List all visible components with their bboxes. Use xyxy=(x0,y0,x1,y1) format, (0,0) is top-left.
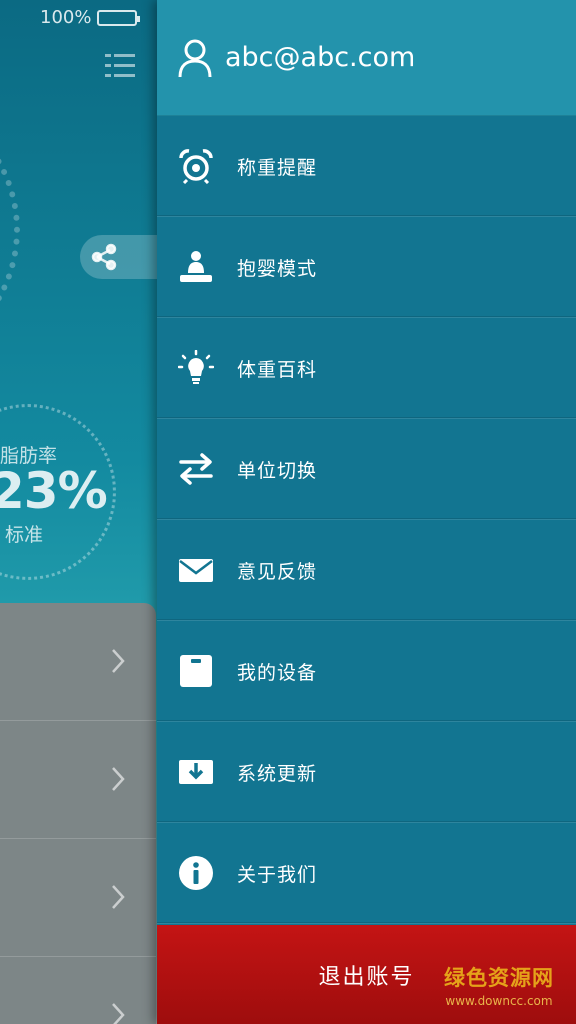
menu-item-label: 抱婴模式 xyxy=(237,257,318,280)
watermark-url: www.downcc.com xyxy=(445,994,553,1008)
drawer-header[interactable]: abc@abc.com xyxy=(157,0,576,116)
chevron-right-icon xyxy=(112,767,125,791)
alarm-clock-icon xyxy=(179,149,213,184)
list-item[interactable] xyxy=(0,839,156,957)
status-bar-battery: 100% xyxy=(40,7,141,28)
share-button[interactable] xyxy=(80,235,157,279)
chevron-right-icon xyxy=(112,1003,125,1024)
menu-item-label: 体重百科 xyxy=(237,358,318,381)
menu-item-my-device[interactable]: 我的设备 xyxy=(157,621,576,722)
metrics-list xyxy=(0,603,156,1024)
watermark: 绿色资源网 www.downcc.com xyxy=(444,962,554,1008)
body-fat-value: 23% xyxy=(0,462,108,520)
weight-dial-ring xyxy=(0,90,20,370)
menu-item-unit-switch[interactable]: 单位切换 xyxy=(157,419,576,520)
chevron-right-icon xyxy=(112,885,125,909)
menu-item-about-us[interactable]: 关于我们 xyxy=(157,823,576,924)
menu-item-weight-encyclopedia[interactable]: 体重百科 xyxy=(157,318,576,419)
swap-arrows-icon xyxy=(179,453,213,485)
side-drawer: abc@abc.com 称重提醒 抱婴模式 体重百科 单位切换 意见反馈 我的设… xyxy=(157,0,576,1024)
menu-item-label: 单位切换 xyxy=(237,459,318,482)
scale-device-icon xyxy=(180,655,212,687)
logout-label: 退出账号 xyxy=(318,964,415,990)
menu-item-label: 称重提醒 xyxy=(237,156,318,179)
share-icon xyxy=(91,243,117,271)
lightbulb-icon xyxy=(178,350,214,384)
body-fat-status: 标准 xyxy=(5,524,44,546)
battery-percent: 100% xyxy=(40,7,92,28)
user-icon xyxy=(178,39,212,77)
info-icon xyxy=(179,856,213,890)
menu-item-system-update[interactable]: 系统更新 xyxy=(157,722,576,823)
chevron-right-icon xyxy=(112,649,125,673)
menu-item-label: 关于我们 xyxy=(237,863,318,886)
list-item[interactable] xyxy=(0,957,156,1024)
watermark-title: 绿色资源网 xyxy=(444,966,554,990)
main-screen-background: 100% 脂肪率 23% 标准 xyxy=(0,0,157,1024)
menu-item-label: 我的设备 xyxy=(237,661,318,684)
menu-item-label: 系统更新 xyxy=(237,762,318,785)
list-item[interactable] xyxy=(0,603,156,721)
list-item[interactable] xyxy=(0,721,156,839)
menu-item-label: 意见反馈 xyxy=(237,560,318,583)
user-email: abc@abc.com xyxy=(225,42,416,73)
download-icon xyxy=(179,760,213,784)
menu-item-feedback[interactable]: 意见反馈 xyxy=(157,520,576,621)
battery-icon xyxy=(97,9,141,26)
menu-list-icon[interactable] xyxy=(105,52,135,80)
baby-hold-icon xyxy=(180,251,212,282)
menu-item-weigh-reminder[interactable]: 称重提醒 xyxy=(157,116,576,217)
menu-item-baby-mode[interactable]: 抱婴模式 xyxy=(157,217,576,318)
envelope-icon xyxy=(179,559,213,582)
